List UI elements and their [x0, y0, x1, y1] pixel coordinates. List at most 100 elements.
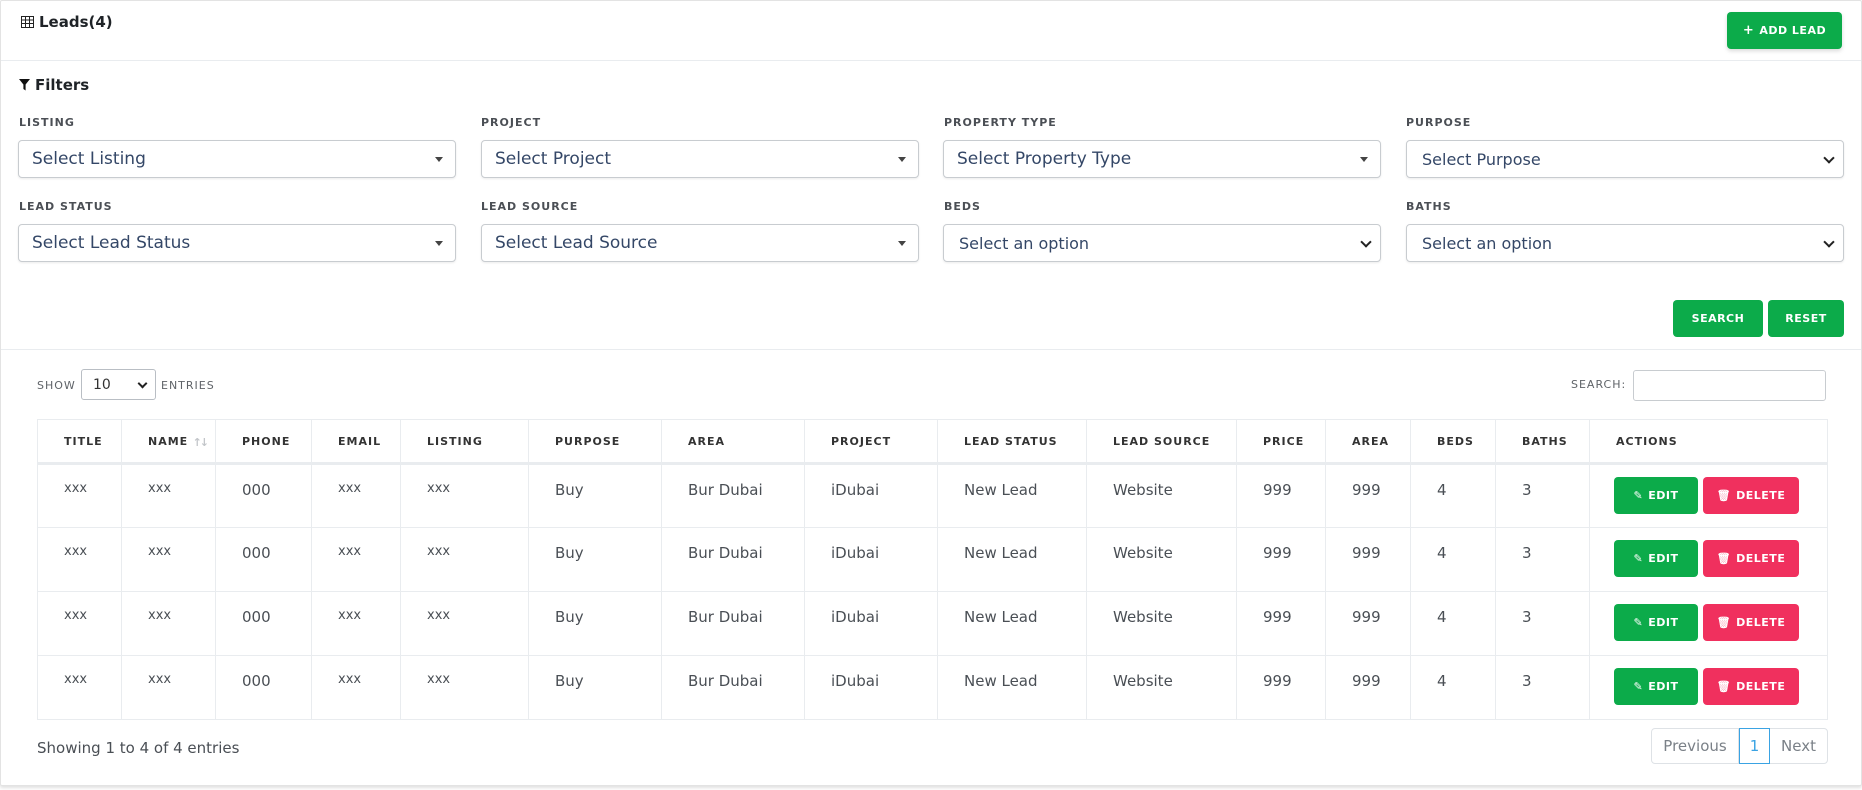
project-label: PROJECT — [481, 116, 542, 129]
col-lead-source[interactable]: LEAD SOURCE — [1086, 419, 1237, 465]
delete-label: DELETE — [1736, 680, 1786, 693]
edit-button[interactable]: ✎ EDIT — [1614, 668, 1698, 705]
leads-card: Leads(4) + ADD LEAD Filters LISTING PROJ… — [0, 0, 1862, 786]
edit-button[interactable]: ✎ EDIT — [1614, 477, 1698, 514]
col-baths[interactable]: BATHS — [1495, 419, 1590, 465]
caret-down-icon — [1360, 157, 1368, 162]
cell-lead-source: Website — [1086, 527, 1237, 592]
purpose-select[interactable]: Select Purpose — [1406, 140, 1844, 178]
cell-beds: 4 — [1410, 591, 1496, 656]
pagination: Previous 1 Next — [1651, 728, 1828, 764]
property-type-select[interactable]: Select Property Type — [943, 140, 1381, 178]
cell-beds: 4 — [1410, 655, 1496, 720]
chevron-down-icon — [137, 378, 148, 389]
edit-button[interactable]: ✎ EDIT — [1614, 604, 1698, 641]
search-button[interactable]: SEARCH — [1673, 300, 1763, 337]
filters-title-text: Filters — [35, 76, 90, 94]
page-length-select[interactable]: 10 — [81, 369, 156, 400]
add-lead-button[interactable]: + ADD LEAD — [1727, 12, 1842, 49]
leads-table: TITLE NAME ↑↓ PHONE EMAIL LISTING PURPOSE… — [37, 419, 1828, 720]
page-title-text: Leads(4) — [39, 13, 113, 31]
delete-label: DELETE — [1736, 489, 1786, 502]
edit-label: EDIT — [1648, 552, 1679, 565]
chevron-down-icon — [1823, 152, 1835, 164]
cell-price: 999 — [1236, 527, 1326, 592]
cell-lead-source: Website — [1086, 463, 1237, 528]
edit-icon: ✎ — [1633, 680, 1644, 693]
section-divider — [1, 349, 1861, 350]
cell-phone: 000 — [215, 591, 312, 656]
cell-listing: xxx — [400, 527, 529, 592]
edit-label: EDIT — [1648, 616, 1679, 629]
cell-title: xxx — [37, 591, 122, 656]
lead-source-label: LEAD SOURCE — [481, 200, 579, 213]
cell-name: xxx — [121, 591, 216, 656]
baths-select-value: Select an option — [1422, 233, 1553, 253]
beds-label: BEDS — [944, 200, 981, 213]
col-phone[interactable]: PHONE — [215, 419, 312, 465]
table-info: Showing 1 to 4 of 4 entries — [37, 739, 240, 757]
edit-icon: ✎ — [1633, 616, 1644, 629]
cell-title: xxx — [37, 655, 122, 720]
cell-area-size: 999 — [1325, 591, 1411, 656]
baths-select[interactable]: Select an option — [1406, 224, 1844, 262]
cell-listing: xxx — [400, 463, 529, 528]
col-beds[interactable]: BEDS — [1410, 419, 1496, 465]
col-area[interactable]: AREA — [661, 419, 805, 465]
delete-button[interactable]: 🗑 DELETE — [1703, 604, 1799, 641]
cell-project: iDubai — [804, 655, 938, 720]
listing-select[interactable]: Select Listing — [18, 140, 456, 178]
delete-button[interactable]: 🗑 DELETE — [1703, 477, 1799, 514]
edit-icon: ✎ — [1633, 489, 1644, 502]
col-email[interactable]: EMAIL — [311, 419, 401, 465]
table-row: xxx xxx 000 xxx xxx Buy Bur Dubai iDubai… — [37, 591, 1828, 656]
table-search-input[interactable] — [1633, 370, 1826, 401]
col-title[interactable]: TITLE — [37, 419, 122, 465]
property-type-select-value: Select Property Type — [957, 149, 1132, 169]
previous-page-button[interactable]: Previous — [1652, 729, 1739, 763]
delete-button[interactable]: 🗑 DELETE — [1703, 668, 1799, 705]
reset-button[interactable]: RESET — [1768, 300, 1844, 337]
cell-area-size: 999 — [1325, 527, 1411, 592]
cell-area: Bur Dubai — [661, 655, 805, 720]
show-label: SHOW — [37, 379, 76, 392]
col-project[interactable]: PROJECT — [804, 419, 938, 465]
col-listing[interactable]: LISTING — [400, 419, 529, 465]
cell-purpose: Buy — [528, 591, 662, 656]
lead-status-select[interactable]: Select Lead Status — [18, 224, 456, 262]
project-select[interactable]: Select Project — [481, 140, 919, 178]
next-page-button[interactable]: Next — [1770, 729, 1827, 763]
plus-icon: + — [1742, 23, 1755, 38]
purpose-select-value: Select Purpose — [1422, 149, 1541, 169]
cell-phone: 000 — [215, 463, 312, 528]
trash-icon: 🗑 — [1716, 489, 1732, 502]
trash-icon: 🗑 — [1716, 552, 1732, 565]
cell-area: Bur Dubai — [661, 527, 805, 592]
delete-label: DELETE — [1736, 552, 1786, 565]
cell-purpose: Buy — [528, 655, 662, 720]
page-1-button[interactable]: 1 — [1739, 728, 1770, 764]
col-actions: ACTIONS — [1589, 419, 1828, 465]
cell-email: xxx — [311, 655, 401, 720]
cell-lead-status: New Lead — [937, 527, 1087, 592]
cell-email: xxx — [311, 591, 401, 656]
delete-button[interactable]: 🗑 DELETE — [1703, 540, 1799, 577]
cell-price: 999 — [1236, 591, 1326, 656]
cell-project: iDubai — [804, 527, 938, 592]
sort-icon: ↑↓ — [192, 436, 210, 449]
col-area-size[interactable]: AREA — [1325, 419, 1411, 465]
lead-source-select[interactable]: Select Lead Source — [481, 224, 919, 262]
col-name[interactable]: NAME ↑↓ — [121, 419, 216, 465]
cell-project: iDubai — [804, 463, 938, 528]
col-lead-status[interactable]: LEAD STATUS — [937, 419, 1087, 465]
beds-select[interactable]: Select an option — [943, 224, 1381, 262]
cell-beds: 4 — [1410, 527, 1496, 592]
edit-button[interactable]: ✎ EDIT — [1614, 540, 1698, 577]
filters-title: Filters — [19, 76, 89, 94]
cell-lead-status: New Lead — [937, 463, 1087, 528]
col-purpose[interactable]: PURPOSE — [528, 419, 662, 465]
table-row: xxx xxx 000 xxx xxx Buy Bur Dubai iDubai… — [37, 527, 1828, 592]
cell-baths: 3 — [1495, 655, 1590, 720]
trash-icon: 🗑 — [1716, 680, 1732, 693]
col-price[interactable]: PRICE — [1236, 419, 1326, 465]
